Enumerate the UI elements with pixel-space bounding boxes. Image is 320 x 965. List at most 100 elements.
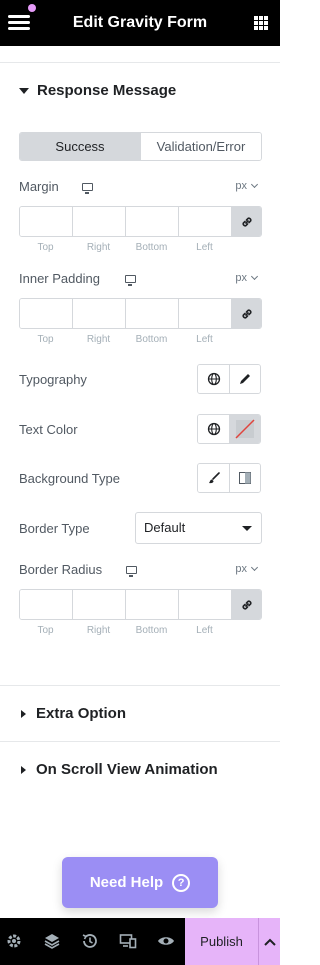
inner-padding-label: Inner Padding (19, 271, 100, 286)
preview-eye-icon[interactable] (157, 932, 175, 950)
radius-right-input[interactable] (73, 590, 126, 619)
border-radius-dimensions (19, 589, 262, 620)
border-radius-label: Border Radius (19, 562, 103, 577)
dim-label-top: Top (37, 242, 54, 253)
caret-down-icon (19, 87, 29, 94)
margin-dimensions (19, 206, 262, 237)
edit-typography-button[interactable] (229, 365, 260, 393)
dim-label-left: Left (196, 625, 213, 636)
padding-top-input[interactable] (20, 299, 73, 328)
publish-options-button[interactable] (258, 918, 280, 965)
desktop-icon[interactable] (126, 566, 137, 577)
margin-top-input[interactable] (20, 207, 73, 236)
padding-dimension-labels: Top Right Bottom Left (19, 334, 231, 345)
margin-label: Margin (19, 179, 59, 194)
background-type-controls (197, 463, 261, 493)
question-icon: ? (172, 873, 191, 892)
section-extra-option-label: Extra Option (36, 705, 127, 722)
chevron-down-icon (250, 563, 259, 572)
pencil-icon (240, 374, 250, 384)
history-icon[interactable] (81, 932, 99, 950)
radius-top-input[interactable] (20, 590, 73, 619)
section-on-scroll-animation[interactable]: On Scroll View Animation (19, 761, 218, 778)
text-color-label: Text Color (19, 422, 78, 437)
border-type-select[interactable]: Default (135, 512, 262, 544)
tab-validation-error[interactable]: Validation/Error (140, 133, 261, 160)
layers-icon[interactable] (43, 932, 61, 950)
inner-padding-unit-select[interactable]: px (235, 272, 259, 284)
settings-gear-icon[interactable] (5, 932, 23, 950)
widgets-grid-icon[interactable] (254, 16, 268, 30)
gradient-icon (239, 472, 251, 484)
padding-right-input[interactable] (73, 299, 126, 328)
dim-label-right: Right (86, 334, 111, 345)
background-type-label: Background Type (19, 471, 120, 486)
global-typography-button[interactable] (198, 365, 229, 393)
margin-unit-select[interactable]: px (235, 180, 259, 192)
divider (0, 62, 280, 63)
link-icon (241, 216, 252, 227)
chevron-down-icon (250, 272, 259, 281)
section-on-scroll-label: On Scroll View Animation (36, 761, 218, 778)
typography-label: Typography (19, 372, 87, 387)
response-tabs: Success Validation/Error (19, 132, 262, 161)
publish-button[interactable]: Publish (185, 918, 258, 965)
global-color-button[interactable] (198, 415, 229, 443)
dim-label-left: Left (196, 242, 213, 253)
border-type-value: Default (144, 520, 186, 535)
padding-left-input[interactable] (179, 299, 232, 328)
desktop-icon[interactable] (125, 275, 136, 286)
dim-label-left: Left (196, 334, 213, 345)
dim-label-right: Right (86, 242, 111, 253)
inner-padding-unit-value: px (235, 272, 247, 284)
link-values-button[interactable] (232, 299, 261, 328)
need-help-label: Need Help (89, 874, 164, 891)
editor-header: Edit Gravity Form (0, 0, 280, 46)
dim-label-top: Top (37, 625, 54, 636)
link-values-button[interactable] (232, 590, 261, 619)
border-radius-unit-select[interactable]: px (235, 563, 259, 575)
inner-padding-dimensions (19, 298, 262, 329)
margin-dimension-labels: Top Right Bottom Left (19, 242, 231, 253)
typography-controls (197, 364, 261, 394)
chevron-up-icon (263, 938, 276, 946)
dim-label-right: Right (86, 625, 111, 636)
need-help-button[interactable]: Need Help ? (62, 857, 218, 908)
dim-label-bottom: Bottom (135, 625, 168, 636)
border-radius-unit-value: px (235, 563, 247, 575)
tab-success[interactable]: Success (20, 133, 140, 160)
margin-bottom-input[interactable] (126, 207, 179, 236)
text-color-controls (197, 414, 261, 444)
brush-icon (208, 472, 220, 484)
color-picker-button[interactable] (229, 415, 260, 443)
divider (0, 685, 280, 686)
desktop-icon[interactable] (82, 183, 93, 194)
link-icon (241, 599, 252, 610)
divider (0, 741, 280, 742)
border-type-label: Border Type (19, 521, 90, 536)
link-values-button[interactable] (232, 207, 261, 236)
section-response-message[interactable]: Response Message (19, 82, 176, 99)
dim-label-top: Top (37, 334, 54, 345)
section-extra-option[interactable]: Extra Option (19, 705, 126, 722)
dropdown-arrow-icon (242, 526, 252, 531)
caret-right-icon (21, 709, 26, 718)
margin-left-input[interactable] (179, 207, 232, 236)
globe-icon (207, 422, 220, 436)
margin-unit-value: px (235, 180, 247, 192)
globe-icon (207, 372, 220, 386)
margin-right-input[interactable] (73, 207, 126, 236)
padding-bottom-input[interactable] (126, 299, 179, 328)
background-gradient-button[interactable] (229, 464, 260, 492)
radius-left-input[interactable] (179, 590, 232, 619)
dim-label-bottom: Bottom (135, 334, 168, 345)
section-response-message-label: Response Message (37, 82, 177, 99)
background-classic-button[interactable] (198, 464, 229, 492)
page-title: Edit Gravity Form (72, 14, 208, 31)
editor-footer: Publish (0, 918, 280, 965)
responsive-mode-icon[interactable] (119, 932, 137, 950)
chevron-down-icon (250, 180, 259, 189)
link-icon (241, 308, 252, 319)
radius-bottom-input[interactable] (126, 590, 179, 619)
no-color-icon (235, 419, 255, 439)
